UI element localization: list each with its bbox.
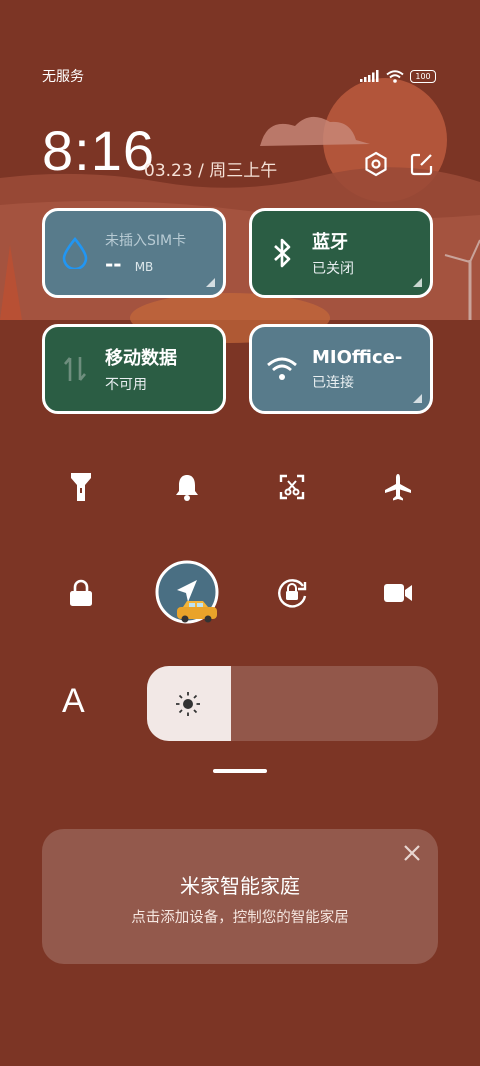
wifi-network-name: MIOffice- <box>312 346 403 368</box>
flashlight-icon <box>71 473 91 501</box>
date-label: 03.23 / 周三上午 <box>144 161 278 181</box>
screenshot-button[interactable] <box>262 457 322 517</box>
mobile-data-tile[interactable]: 移动数据 不可用 <box>42 324 226 414</box>
bell-icon <box>176 475 198 501</box>
silent-mode-button[interactable] <box>157 457 217 517</box>
expand-corner-icon <box>413 278 422 287</box>
location-icon <box>155 560 219 624</box>
rotation-lock-icon <box>278 579 307 608</box>
clock: 8:16 <box>42 119 155 182</box>
lock-screen-button[interactable] <box>51 563 111 623</box>
video-icon <box>384 584 412 602</box>
airplane-icon <box>385 474 411 501</box>
data-arrows-icon <box>45 353 105 385</box>
sim-data-tile[interactable]: 未插入SIM卡 -- MB <box>42 208 226 298</box>
expand-corner-icon <box>206 278 215 287</box>
expand-corner-icon <box>413 394 422 403</box>
wifi-icon <box>252 356 312 382</box>
rotation-lock-button[interactable] <box>262 563 322 623</box>
airplane-mode-button[interactable] <box>368 457 428 517</box>
bluetooth-label: 蓝牙 <box>312 232 348 253</box>
bluetooth-icon <box>252 237 312 269</box>
screen-record-button[interactable] <box>368 563 428 623</box>
close-icon[interactable] <box>402 843 422 863</box>
screenshot-icon <box>279 474 305 500</box>
wifi-status-icon <box>386 69 404 83</box>
flashlight-button[interactable] <box>51 457 111 517</box>
data-usage-unit: MB <box>134 260 154 274</box>
status-bar: 无服务 100 <box>42 64 436 88</box>
mijia-subtitle: 点击添加设备，控制您的智能家居 <box>131 910 349 926</box>
font-size-button[interactable]: A <box>62 682 85 721</box>
water-drop-icon <box>45 237 105 269</box>
edit-icon[interactable] <box>408 150 436 178</box>
brightness-icon <box>176 692 200 716</box>
signal-icon <box>360 70 379 82</box>
mijia-card[interactable]: 米家智能家庭 点击添加设备，控制您的智能家居 <box>42 829 438 964</box>
battery-indicator: 100 <box>410 69 436 83</box>
wifi-status: 已连接 <box>312 374 354 391</box>
bluetooth-tile[interactable]: 蓝牙 已关闭 <box>249 208 433 298</box>
data-usage-value: -- <box>105 252 122 276</box>
mijia-title: 米家智能家庭 <box>180 874 300 898</box>
location-button[interactable] <box>155 560 219 625</box>
settings-icon[interactable] <box>362 150 390 178</box>
bluetooth-status: 已关闭 <box>312 261 354 277</box>
brightness-slider[interactable] <box>147 666 438 741</box>
lock-icon <box>70 579 92 606</box>
sim-status: 未插入SIM卡 <box>105 233 187 249</box>
drag-handle[interactable] <box>213 769 267 773</box>
mobile-data-label: 移动数据 <box>105 348 177 369</box>
carrier-label: 无服务 <box>42 69 84 85</box>
mobile-data-status: 不可用 <box>105 377 147 393</box>
wifi-tile[interactable]: MIOffice- 已连接 <box>249 324 433 414</box>
